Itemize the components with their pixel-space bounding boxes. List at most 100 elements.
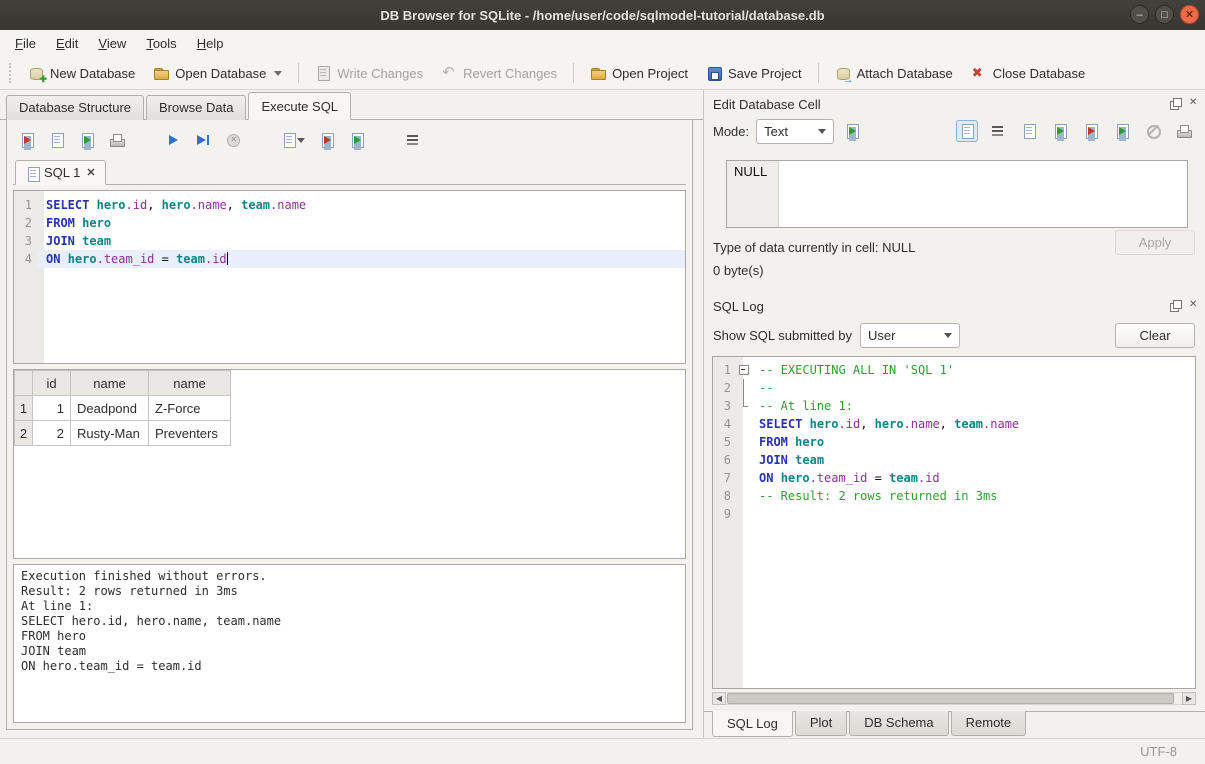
save-project-label: Save Project [728,66,802,81]
save-sql-file-button[interactable] [49,132,65,148]
cell-info: Type of data currently in cell: NULL 0 b… [704,228,1205,292]
encoding-indicator[interactable]: UTF-8 [1140,744,1177,759]
close-dock-icon[interactable] [1187,299,1201,313]
import-icon [1083,123,1099,139]
close-database-button[interactable]: Close Database [964,61,1093,85]
text-mode-icon [959,123,975,139]
open-project-button[interactable]: Open Project [583,61,695,85]
export-cell-button[interactable] [1111,120,1133,142]
column-header-name-2[interactable]: name [149,371,231,396]
save-results-button[interactable] [319,132,335,148]
cell-hero-name[interactable]: Deadpond [71,396,149,421]
menu-view[interactable]: View [89,32,135,55]
fold-gutter [737,397,751,415]
word-wrap-cell-button[interactable] [987,120,1009,142]
close-dock-icon[interactable] [1187,97,1201,111]
cell-id[interactable]: 2 [33,421,71,446]
grid-corner[interactable] [15,371,33,396]
tab-execute-sql[interactable]: Execute SQL [248,92,351,120]
scrollbar-track[interactable] [726,692,1182,705]
menu-edit[interactable]: Edit [47,32,87,55]
export-results-button[interactable] [281,132,305,148]
code-text: SELECT hero.id, hero.name, team.name [38,196,685,214]
toolbar-grip[interactable] [9,63,14,83]
cell-hero-name[interactable]: Rusty-Man [71,421,149,446]
attach-database-button[interactable]: Attach Database [828,61,960,85]
tab-db-schema[interactable]: DB Schema [849,711,948,736]
minimize-button[interactable]: – [1130,5,1149,24]
set-null-button [1142,120,1164,142]
menu-help[interactable]: Help [188,32,233,55]
sql-editor[interactable]: 1SELECT hero.id, hero.name, team.name2FR… [13,190,686,364]
mode-select[interactable]: Text [756,119,834,144]
column-header-name-1[interactable]: name [71,371,149,396]
close-tab-icon[interactable]: ✕ [86,166,95,179]
cell-mode-row: Mode: Text [704,116,1205,146]
execute-current-line-button[interactable] [195,132,211,148]
open-sql-file-button[interactable] [19,132,35,148]
mode-select-value: Text [764,124,810,139]
open-database-icon [153,65,169,81]
execute-current-line-icon [195,132,211,148]
code-text: -- EXECUTING ALL IN 'SQL 1' [751,361,1195,379]
menu-file[interactable]: File [6,32,45,55]
code-text: -- At line 1: [751,397,1195,415]
log-horizontal-scrollbar[interactable]: ◀ ▶ [712,691,1196,705]
float-dock-icon[interactable] [1169,97,1183,111]
apply-format-button[interactable] [841,120,863,142]
new-database-button[interactable]: New Database [21,61,142,85]
execute-all-button[interactable] [165,132,181,148]
scroll-left-icon[interactable]: ◀ [712,692,726,705]
code-text: FROM hero [38,214,685,232]
tab-browse-data[interactable]: Browse Data [146,95,246,120]
line-number: 4 [713,415,737,433]
cell-editor[interactable]: NULL [726,160,1188,228]
text-mode-button[interactable] [956,120,978,142]
scroll-right-icon[interactable]: ▶ [1182,692,1196,705]
cell-team-name[interactable]: Z-Force [149,396,231,421]
copy-cell-button[interactable] [1049,120,1071,142]
tab-plot[interactable]: Plot [795,711,847,736]
line-number: 4 [14,250,38,268]
cell-size-text: 0 byte(s) [713,263,1188,278]
sql-log-view[interactable]: 1-- EXECUTING ALL IN 'SQL 1'2--3-- At li… [712,356,1196,689]
row-header[interactable]: 2 [15,421,33,446]
code-text: ON hero.team_id = team.id [38,250,685,268]
save-sql-file-icon [49,132,65,148]
save-project-button[interactable]: Save Project [699,61,809,85]
line-number: 9 [713,505,737,523]
left-panel: Database Structure Browse Data Execute S… [0,90,703,738]
close-button[interactable]: ✕ [1180,5,1199,24]
main-tabbar: Database Structure Browse Data Execute S… [0,93,703,120]
cell-toolbar [956,120,1195,142]
fold-collapse-icon[interactable] [737,361,751,379]
open-external-button[interactable] [1018,120,1040,142]
open-database-button[interactable]: Open Database [146,61,289,85]
tab-database-structure[interactable]: Database Structure [6,95,144,120]
log-filter-select[interactable]: User [860,323,960,348]
fold-gutter [737,451,751,469]
tab-sql-log[interactable]: SQL Log [712,711,793,737]
fold-gutter [737,433,751,451]
cell-editor-area[interactable] [779,161,1187,227]
revert-changes-label: Revert Changes [463,66,557,81]
cell-id[interactable]: 1 [33,396,71,421]
float-dock-icon[interactable] [1169,299,1183,313]
scrollbar-thumb[interactable] [727,693,1174,704]
code-text: -- Result: 2 rows returned in 3ms [751,487,1195,505]
menu-tools[interactable]: Tools [137,32,185,55]
cell-team-name[interactable]: Preventers [149,421,231,446]
import-cell-button[interactable] [1080,120,1102,142]
word-wrap-button[interactable] [405,132,421,148]
find-replace-button[interactable] [349,132,365,148]
cell-value: NULL [734,164,767,179]
tab-sql-1[interactable]: SQL 1 ✕ [15,160,106,185]
column-header-id[interactable]: id [33,371,71,396]
clear-log-button[interactable]: Clear [1115,323,1195,348]
tab-remote[interactable]: Remote [951,711,1027,736]
print-cell-button[interactable] [1173,120,1195,142]
save-sql-file-as-button[interactable] [79,132,95,148]
maximize-button[interactable]: □ [1155,5,1174,24]
print-sql-button[interactable] [109,132,125,148]
row-header[interactable]: 1 [15,396,33,421]
